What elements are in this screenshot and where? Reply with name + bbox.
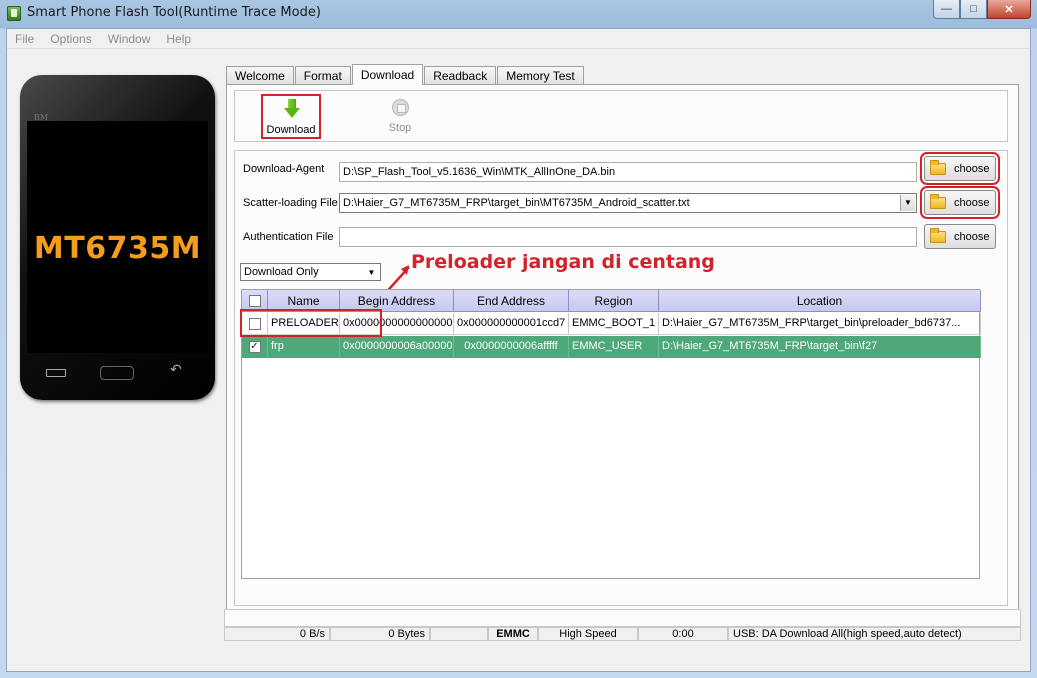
- stop-icon: [392, 99, 409, 116]
- download-button-label: Download: [266, 124, 316, 136]
- phone-home-icon: [100, 366, 134, 380]
- download-agent-input[interactable]: D:\SP_Flash_Tool_v5.1636_Win\MTK_AllInOn…: [339, 162, 917, 182]
- menu-bar: File Options Window Help: [7, 29, 1030, 49]
- phone-image: BM MT6735M ↶: [20, 75, 215, 400]
- menu-help[interactable]: Help: [158, 29, 199, 48]
- menu-window[interactable]: Window: [100, 29, 159, 48]
- menu-file[interactable]: File: [7, 29, 42, 48]
- download-agent-choose-button[interactable]: choose: [920, 152, 1000, 185]
- maximize-icon: □: [970, 3, 977, 15]
- phone-menu-icon: [46, 363, 66, 381]
- status-usb: USB: DA Download All(high speed,auto det…: [728, 627, 1021, 641]
- row-end-address: 0x000000000001ccd7: [454, 313, 569, 335]
- preloader-highlight-box: [240, 309, 382, 337]
- dropdown-arrow-icon[interactable]: ▼: [900, 195, 915, 211]
- tab-readback[interactable]: Readback: [424, 66, 497, 84]
- scatter-file-label: Scatter-loading File: [243, 197, 338, 209]
- download-button[interactable]: Download: [261, 94, 321, 139]
- header-end-address: End Address: [454, 290, 569, 312]
- progress-bar: [224, 609, 1021, 627]
- table-row[interactable]: ✓ frp 0x0000000006a00000 0x0000000006aff…: [242, 336, 981, 358]
- download-mode-value: Download Only: [244, 266, 319, 278]
- row-name: frp: [268, 336, 340, 358]
- minimize-icon: —: [941, 3, 952, 15]
- download-agent-label: Download-Agent: [243, 163, 325, 175]
- row-checkbox-checked[interactable]: ✓: [248, 341, 261, 353]
- download-mode-select[interactable]: Download Only ▼: [240, 263, 381, 281]
- stop-button-label: Stop: [388, 122, 412, 134]
- partition-table: Name Begin Address End Address Region Lo…: [240, 289, 981, 579]
- annotation-text: Preloader jangan di centang: [411, 251, 715, 273]
- row-location: D:\Haier_G7_MT6735M_FRP\target_bin\prelo…: [659, 313, 981, 335]
- folder-icon: [930, 227, 946, 243]
- app-icon: [7, 6, 21, 21]
- scatter-file-combo[interactable]: D:\Haier_G7_MT6735M_FRP\target_bin\MT673…: [339, 193, 917, 213]
- choose-label: choose: [954, 230, 990, 243]
- row-end-address: 0x0000000006afffff: [454, 336, 569, 358]
- choose-label: choose: [954, 196, 990, 209]
- header-location: Location: [659, 290, 981, 312]
- auth-file-choose-button[interactable]: choose: [924, 224, 996, 249]
- choose-label: choose: [954, 162, 990, 175]
- menu-options[interactable]: Options: [42, 29, 99, 48]
- row-location: D:\Haier_G7_MT6735M_FRP\target_bin\f27: [659, 336, 981, 358]
- status-time: 0:00: [638, 627, 728, 641]
- download-arrow-icon: [284, 99, 300, 119]
- scatter-file-value: D:\Haier_G7_MT6735M_FRP\target_bin\MT673…: [343, 197, 690, 209]
- toolbar: Download Stop: [234, 90, 1008, 142]
- minimize-button[interactable]: —: [933, 0, 960, 19]
- phone-back-icon: ↶: [170, 361, 182, 377]
- tab-download[interactable]: Download: [351, 64, 424, 85]
- close-button[interactable]: ✕: [987, 0, 1031, 19]
- tab-memory-test[interactable]: Memory Test: [497, 66, 584, 84]
- row-region: EMMC_USER: [569, 336, 659, 358]
- phone-screen: MT6735M: [27, 121, 208, 353]
- row-begin-address: 0x0000000006a00000: [340, 336, 454, 358]
- tab-bar: Welcome Format Download Readback Memory …: [226, 64, 585, 85]
- stop-button[interactable]: Stop: [370, 94, 430, 139]
- title-bar: Smart Phone Flash Tool(Runtime Trace Mod…: [0, 0, 1037, 28]
- folder-icon: [930, 193, 946, 209]
- status-storage: EMMC: [488, 627, 538, 641]
- download-panel: Download Stop Download-Agent D:\SP_Flash…: [226, 84, 1019, 617]
- tab-welcome[interactable]: Welcome: [226, 66, 294, 84]
- header-region: Region: [569, 290, 659, 312]
- scatter-file-choose-button[interactable]: choose: [920, 186, 1000, 219]
- status-bytes: 0 Bytes: [330, 627, 430, 641]
- status-mode: High Speed: [538, 627, 638, 641]
- folder-icon: [930, 159, 946, 175]
- client-area: File Options Window Help BM MT6735M ↶ We…: [6, 28, 1031, 672]
- status-bar: 0 B/s 0 Bytes EMMC High Speed 0:00 USB: …: [224, 627, 1021, 641]
- status-speed: 0 B/s: [224, 627, 330, 641]
- phone-model-label: MT6735M: [33, 231, 202, 266]
- window-frame: Smart Phone Flash Tool(Runtime Trace Mod…: [0, 0, 1037, 678]
- row-region: EMMC_BOOT_1: [569, 313, 659, 335]
- select-all-checkbox[interactable]: [248, 295, 261, 307]
- auth-file-input[interactable]: [339, 227, 917, 247]
- window-title: Smart Phone Flash Tool(Runtime Trace Mod…: [27, 5, 321, 20]
- maximize-button[interactable]: □: [960, 0, 987, 19]
- tab-format[interactable]: Format: [294, 66, 351, 84]
- close-icon: ✕: [1004, 3, 1014, 16]
- auth-file-label: Authentication File: [243, 231, 334, 243]
- file-settings-group: Download-Agent D:\SP_Flash_Tool_v5.1636_…: [234, 150, 1008, 606]
